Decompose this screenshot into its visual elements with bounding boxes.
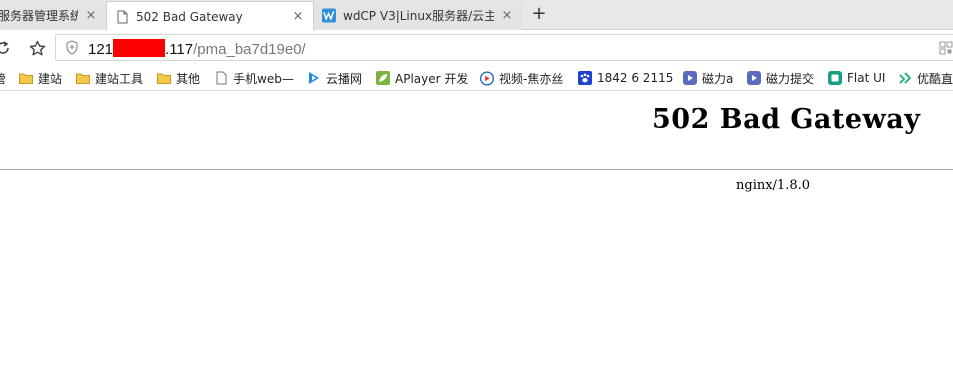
play-icon [307,71,321,85]
bookmark-label: 1842 6 2115 [597,71,674,85]
video-icon [480,71,494,85]
bookmark-label: 优酷直 [917,71,953,86]
bookmark-label: 建站 [38,71,63,86]
new-tab-button[interactable]: + [528,3,550,25]
qr-code-icon[interactable] [939,41,953,58]
bookmark-label: 磁力a [702,71,734,86]
tab-server-management[interactable]: 服务器管理系统 × [0,1,106,30]
bookmark-label: 管 [0,70,6,87]
browser-toolbar: 121 .117/pma_ba7d19e0/ [0,30,953,66]
redaction-box [113,39,166,57]
bookmark-magnet-submit[interactable]: 磁力提交 [747,69,814,87]
bookmark-label: Flat UI [847,71,886,85]
leaf-icon [376,71,390,85]
tab-wdcp[interactable]: wdCP V3|Linux服务器/云主 × [314,1,522,30]
youku-icon [898,71,912,85]
magnet-icon [683,71,697,85]
bookmark-label: 云播网 [326,71,363,86]
url-host-suffix: .117 [165,41,194,58]
bookmark-label: 其他 [176,71,201,86]
flat-ui-icon [828,71,842,85]
bookmark-star-icon[interactable] [28,39,46,57]
url-host-prefix: 121 [88,41,114,58]
server-signature: nginx/1.8.0 [736,178,811,193]
bookmark-label: 手机web— [233,71,294,86]
paw-icon [578,71,592,85]
page-icon [115,9,129,25]
bookmark-aplayer[interactable]: APlayer 开发 [376,69,468,87]
folder-icon [157,71,171,85]
page-icon [214,71,228,85]
tab-title: wdCP V3|Linux服务器/云主 [343,9,494,23]
bookmark-folder-jianzhan-tools[interactable]: 建站工具 [76,69,143,87]
shield-icon[interactable] [66,40,78,58]
bookmark-baidu[interactable]: 1842 6 2115 [578,69,673,87]
divider [0,169,953,170]
folder-icon [19,71,33,85]
url-text[interactable]: 121 .117/pma_ba7d19e0/ [88,39,306,58]
bookmark-mobile-web[interactable]: 手机web— [214,69,294,87]
magnet-icon [747,71,761,85]
tab-strip: 服务器管理系统 × 502 Bad Gateway × wdCP V3|Linu… [0,0,953,31]
bookmark-youku[interactable]: 优酷直 [898,69,953,87]
close-icon[interactable]: × [500,8,514,23]
tab-title: 502 Bad Gateway [136,9,243,24]
wdcp-icon [322,8,336,24]
bookmark-label: 视频-焦亦丝 [499,71,564,86]
bookmark-folder-jianzhan[interactable]: 建站 [19,69,62,87]
bookmarks-bar: 管 建站 建站工具 其他 手机web— 云播网 APlayer 开发 视频-焦亦… [0,66,953,91]
url-path: /pma_ba7d19e0/ [193,41,306,58]
reload-icon[interactable] [0,39,12,57]
close-icon[interactable]: × [84,8,98,23]
bookmark-item[interactable]: 管 [0,69,6,87]
bookmark-label: 建站工具 [95,71,144,86]
bookmark-yunbo[interactable]: 云播网 [307,69,362,87]
bookmark-folder-other[interactable]: 其他 [157,69,200,87]
page-title: 502 Bad Gateway [652,104,921,135]
close-icon[interactable]: × [291,9,305,24]
bookmark-video[interactable]: 视频-焦亦丝 [480,69,563,87]
folder-icon [76,71,90,85]
bookmark-flat-ui[interactable]: Flat UI [828,69,885,87]
tab-502-bad-gateway[interactable]: 502 Bad Gateway × [106,1,314,31]
bookmark-label: APlayer 开发 [395,71,469,86]
address-bar[interactable]: 121 .117/pma_ba7d19e0/ [55,34,953,61]
bookmark-label: 磁力提交 [766,71,815,86]
tab-title: 服务器管理系统 [0,9,78,23]
bookmark-magnet-a[interactable]: 磁力a [683,69,733,87]
